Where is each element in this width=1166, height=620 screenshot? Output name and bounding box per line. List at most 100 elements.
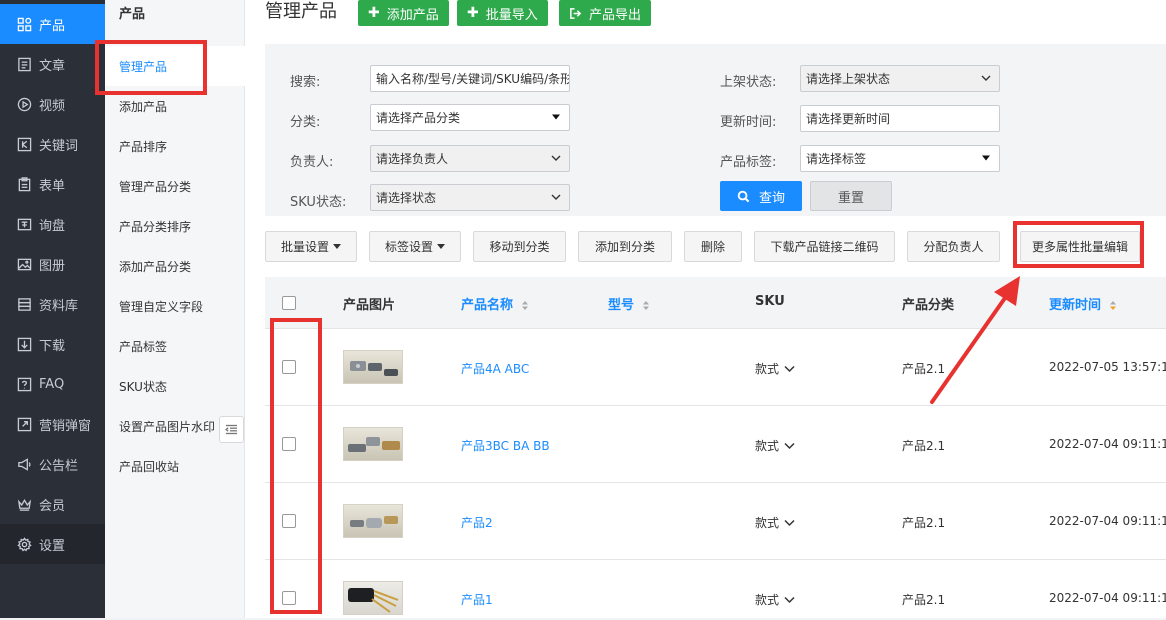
- col-name[interactable]: 产品名称: [461, 294, 529, 313]
- update-time-input[interactable]: 请选择更新时间: [800, 105, 1000, 132]
- col-image: 产品图片: [343, 298, 396, 313]
- table-row: 产品4A ABC 款式 产品2.1 2022-07-05 13:57:15: [265, 329, 1166, 406]
- inquiry-icon: [16, 216, 32, 232]
- sku-dropdown[interactable]: 款式: [755, 514, 795, 531]
- nav-item-album[interactable]: 图册: [0, 244, 105, 284]
- play-icon: [16, 96, 32, 112]
- assign-owner-button[interactable]: 分配负责人: [907, 231, 1000, 262]
- owner-label: 负责人:: [290, 155, 334, 170]
- nav-item-video[interactable]: 视频: [0, 84, 105, 124]
- reset-button[interactable]: 重置: [810, 181, 892, 211]
- product-thumbnail[interactable]: [343, 581, 403, 615]
- nav-item-inquiry[interactable]: 询盘: [0, 204, 105, 244]
- search-label: 搜索:: [290, 75, 321, 90]
- row-checkbox[interactable]: [282, 360, 296, 374]
- database-icon: [16, 296, 32, 312]
- sku-status-label: SKU状态:: [290, 195, 347, 210]
- product-name-link[interactable]: 产品2: [461, 514, 493, 531]
- plus-icon: ✚: [368, 5, 380, 21]
- sku-dropdown[interactable]: 款式: [755, 437, 795, 454]
- product-category: 产品2.1: [902, 593, 946, 607]
- form-icon: [16, 176, 32, 192]
- subnav-item-add-product[interactable]: 添加产品: [105, 86, 245, 126]
- filter-panel: 搜索: 输入名称/型号/关键词/SKU编码/条形 分类: 请选择产品分类 负责人…: [265, 44, 1166, 216]
- col-model[interactable]: 型号: [608, 294, 650, 313]
- caret-down-icon: [552, 114, 560, 120]
- query-button[interactable]: 查询: [720, 181, 802, 211]
- search-input[interactable]: 输入名称/型号/关键词/SKU编码/条形: [370, 65, 570, 92]
- product-name-link[interactable]: 产品1: [461, 591, 493, 608]
- product-tag-select[interactable]: 请选择标签: [800, 145, 1000, 172]
- keyword-icon: [16, 136, 32, 152]
- move-to-category-button[interactable]: 移动到分类: [473, 231, 566, 262]
- subnav-item-product-tags[interactable]: 产品标签: [105, 326, 245, 366]
- batch-import-button[interactable]: ✚ 批量导入: [457, 0, 548, 26]
- sku-status-select[interactable]: 请选择状态: [370, 184, 570, 211]
- nav-item-article[interactable]: 文章: [0, 44, 105, 84]
- page-title: 管理产品: [265, 1, 337, 22]
- subnav-item-manage-products[interactable]: 管理产品: [105, 46, 245, 86]
- table-header: 产品图片 产品名称 型号 SKU 产品分类 更新时间: [265, 277, 1166, 329]
- nav-item-download[interactable]: 下载: [0, 324, 105, 364]
- product-name-link[interactable]: 产品3BC BA BB: [461, 437, 550, 454]
- sku-dropdown[interactable]: 款式: [755, 360, 795, 377]
- product-name-link[interactable]: 产品4A ABC: [461, 360, 529, 377]
- sort-icon: [642, 301, 649, 310]
- product-category: 产品2.1: [902, 516, 946, 530]
- plus-icon: ✚: [467, 5, 479, 21]
- add-to-category-button[interactable]: 添加到分类: [578, 231, 672, 262]
- owner-select[interactable]: 请选择负责人: [370, 145, 570, 172]
- chevron-down-icon: [551, 155, 561, 161]
- batch-settings-button[interactable]: 批量设置: [265, 231, 357, 262]
- more-attributes-batch-edit-button[interactable]: 更多属性批量编辑: [1020, 231, 1140, 262]
- select-all-checkbox[interactable]: [282, 296, 296, 310]
- subnav-item-add-category[interactable]: 添加产品分类: [105, 246, 245, 286]
- subnav-item-custom-fields[interactable]: 管理自定义字段: [105, 286, 245, 326]
- tag-settings-button[interactable]: 标签设置: [369, 231, 461, 262]
- nav-item-faq[interactable]: FAQ: [0, 364, 105, 404]
- col-updated[interactable]: 更新时间: [1049, 294, 1117, 313]
- document-icon: [16, 56, 32, 72]
- product-thumbnail[interactable]: [343, 427, 403, 461]
- product-thumbnail[interactable]: [343, 504, 403, 538]
- subnav-item-product-sort[interactable]: 产品排序: [105, 126, 245, 166]
- table-row: 产品1 款式 产品2.1 2022-07-04 09:11:11: [265, 560, 1166, 618]
- sort-icon: [521, 301, 528, 310]
- delete-button[interactable]: 删除: [684, 231, 742, 262]
- sku-dropdown[interactable]: 款式: [755, 591, 795, 608]
- export-products-button[interactable]: 产品导出: [559, 0, 652, 26]
- row-checkbox[interactable]: [282, 514, 296, 528]
- category-select[interactable]: 请选择产品分类: [370, 104, 570, 131]
- nav-item-product[interactable]: 产品: [0, 4, 105, 44]
- subnav-heading: 产品: [119, 7, 146, 22]
- nav-item-database[interactable]: 资料库: [0, 284, 105, 324]
- product-thumbnail[interactable]: [343, 350, 403, 384]
- add-product-button[interactable]: ✚ 添加产品: [358, 0, 449, 26]
- nav-item-form[interactable]: 表单: [0, 164, 105, 204]
- row-checkbox[interactable]: [282, 591, 296, 605]
- nav-item-keyword[interactable]: 关键词: [0, 124, 105, 164]
- collapse-subnav-button[interactable]: [219, 416, 244, 443]
- shelf-status-select[interactable]: 请选择上架状态: [800, 65, 1000, 92]
- crown-icon: [16, 496, 32, 512]
- export-icon: [569, 7, 582, 20]
- row-checkbox[interactable]: [282, 437, 296, 451]
- download-qrcode-button[interactable]: 下载产品链接二维码: [754, 231, 895, 262]
- shelf-status-label: 上架状态:: [720, 75, 777, 90]
- chevron-down-icon: [981, 75, 991, 81]
- product-image-icon: [350, 361, 398, 376]
- table-row: 产品2 款式 产品2.1 2022-07-04 09:11:11: [265, 483, 1166, 560]
- megaphone-icon: [16, 456, 32, 472]
- table-row: 产品3BC BA BB 款式 产品2.1 2022-07-04 09:11:11: [265, 406, 1166, 483]
- subnav-item-recycle-bin[interactable]: 产品回收站: [105, 446, 245, 486]
- nav-item-settings[interactable]: 设置: [0, 524, 105, 564]
- subnav-item-category-sort[interactable]: 产品分类排序: [105, 206, 245, 246]
- product-subnav: 产品 管理产品 添加产品 产品排序 管理产品分类 产品分类排序 添加产品分类 管…: [105, 0, 245, 618]
- nav-item-member[interactable]: 会员: [0, 484, 105, 524]
- chevron-down-icon: [784, 442, 795, 450]
- category-label: 分类:: [290, 115, 321, 130]
- nav-item-notice[interactable]: 公告栏: [0, 444, 105, 484]
- subnav-item-sku-status[interactable]: SKU状态: [105, 366, 245, 406]
- nav-item-popup[interactable]: 营销弹窗: [0, 404, 105, 444]
- subnav-item-manage-categories[interactable]: 管理产品分类: [105, 166, 245, 206]
